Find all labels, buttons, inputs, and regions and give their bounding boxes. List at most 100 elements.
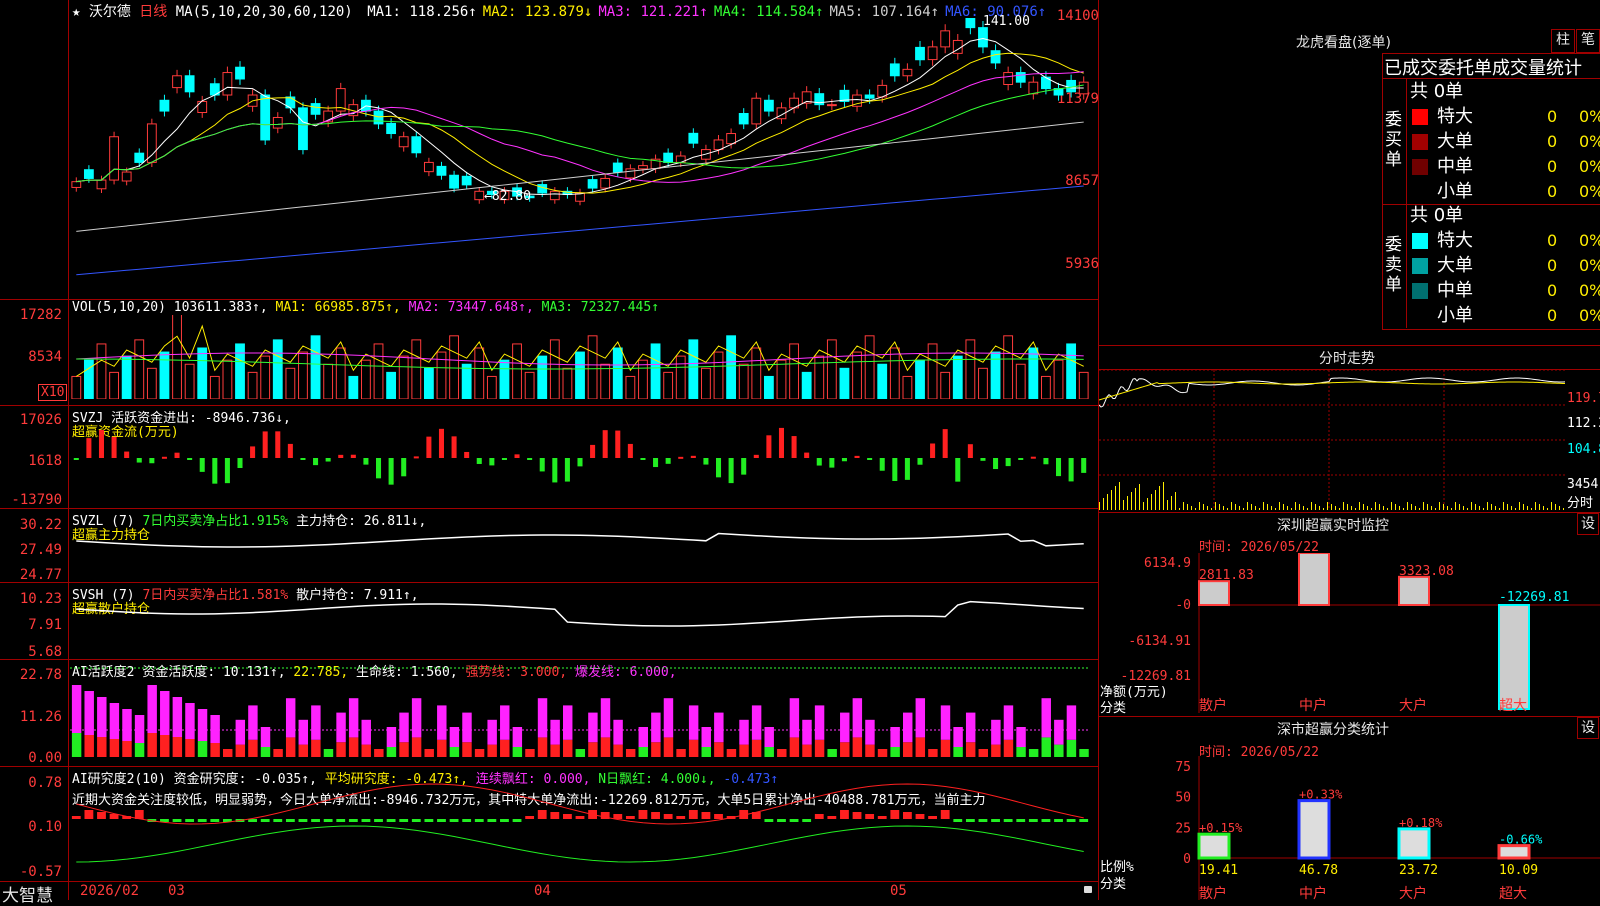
- fs-vol-bar: [1099, 502, 1100, 510]
- ma-line-60: [76, 121, 1084, 232]
- fs-vol-bar: [1111, 490, 1112, 510]
- ai2-bar: [462, 819, 472, 822]
- sell-total: 共 0单: [1410, 205, 1464, 226]
- ai2-bar: [449, 819, 459, 822]
- ai2-y-3: -0.57: [19, 864, 62, 880]
- ai1-top-bar: [361, 719, 371, 745]
- ai1-top-bar: [852, 698, 863, 738]
- candle: [373, 110, 384, 125]
- fs-vol-bar: [1187, 504, 1188, 510]
- ai1-top-bar: [348, 698, 359, 738]
- fs-vol-bar: [1251, 504, 1252, 510]
- vol-y-1: 17282: [19, 307, 62, 323]
- ai1-top-bar: [965, 712, 976, 743]
- fs-vol-bar: [1471, 502, 1472, 510]
- intraday-title: 分时走势: [1319, 351, 1375, 367]
- candle: [902, 68, 913, 77]
- vol-bar: [398, 355, 409, 399]
- classify-cat-3: 超大: [1499, 886, 1527, 900]
- ai2-y-2: 0.10: [28, 819, 62, 835]
- ai1-base-bar: [462, 742, 472, 757]
- vol-bar: [486, 375, 497, 399]
- ai2-bar: [915, 814, 925, 819]
- ai2-bar: [777, 819, 786, 822]
- svzj-bar: [501, 458, 507, 460]
- svzj-bar: [413, 456, 419, 459]
- candle: [688, 132, 699, 144]
- vol-bar: [222, 359, 233, 399]
- ai1-base-bar: [210, 743, 220, 757]
- classify-settings-button[interactable]: 设: [1577, 717, 1599, 739]
- fs-vol-bar: [1427, 504, 1428, 510]
- stats-tabs[interactable]: 已成交委托单成交量统计: [1384, 54, 1600, 80]
- ai2-bar: [714, 814, 723, 819]
- bar-mode-button[interactable]: 柱: [1551, 29, 1575, 53]
- classify-value-2: 23.72: [1399, 863, 1438, 878]
- fs-vol-bar: [1475, 504, 1476, 510]
- monitor-cat-3: 超大: [1499, 698, 1527, 713]
- ai1-base-bar: [625, 749, 636, 757]
- svzj-bar: [1081, 458, 1087, 473]
- fs-vol-bar: [1439, 502, 1440, 510]
- ai1-base-bar: [1003, 739, 1014, 757]
- ai1-base-bar: [1054, 744, 1064, 757]
- vol-ma3: MA3: 72327.445↑: [541, 300, 660, 315]
- ai2-green-line: [76, 825, 1084, 863]
- ai2-bar: [991, 819, 1000, 822]
- svzl-line: [76, 532, 1084, 548]
- ai1-top-bar: [890, 727, 900, 747]
- fs-vol-bar: [1447, 506, 1448, 510]
- ai1-base-bar: [726, 749, 737, 757]
- lock-icon[interactable]: [1084, 886, 1092, 893]
- fs-vol-bar: [1171, 496, 1172, 510]
- ai2-bar: [890, 810, 900, 819]
- fs-vol-bar: [1407, 502, 1408, 510]
- svzj-bar: [917, 458, 923, 465]
- candle: [184, 75, 195, 93]
- svzj-bar: [1043, 458, 1049, 465]
- ai1-base-bar: [449, 747, 460, 757]
- ai2-bar: [1079, 819, 1089, 822]
- candle: [978, 27, 988, 48]
- ai2-bar: [298, 819, 308, 822]
- fs-vol-bar: [1379, 504, 1380, 510]
- fs-vol-bar: [1343, 502, 1344, 510]
- tick-mode-button[interactable]: 笔: [1576, 29, 1600, 53]
- right-panel: 龙虎看盘(逐单) 柱 笔 已成交委托单成交量统计 委买单 共 0单 特大 0 0% 大…: [1099, 0, 1600, 900]
- monitor-value-2: 3323.08: [1399, 564, 1454, 579]
- monitor-bar-1: [1298, 553, 1330, 606]
- fs-vol-bar: [1159, 486, 1160, 510]
- candle: [235, 66, 245, 80]
- vol-bar: [335, 347, 346, 399]
- ai1-top-bar: [865, 719, 875, 745]
- buy-row-pct-3: 0%: [1579, 182, 1600, 201]
- fs-vol-bar: [1191, 506, 1192, 510]
- fs-vol-bar: [1303, 506, 1304, 510]
- ai1-base-bar: [575, 749, 586, 757]
- ai2-bar: [789, 819, 799, 822]
- ai2-bar: [1003, 819, 1013, 822]
- sell-row-count-2: 0: [1547, 281, 1558, 300]
- svzj-bar: [1030, 456, 1036, 459]
- vol-bar: [1003, 335, 1014, 399]
- fs-vol-bar: [1223, 506, 1224, 510]
- ai1-base-bar: [688, 739, 699, 757]
- svzj-bar: [539, 458, 545, 472]
- ai2-bar: [411, 819, 421, 822]
- monitor-bar-3: [1498, 604, 1530, 711]
- fs-vol-bar: [1391, 502, 1392, 510]
- classify-value-1: 46.78: [1299, 863, 1338, 878]
- fs-vol-bar: [1551, 502, 1552, 510]
- buy-total: 共 0单: [1410, 81, 1464, 102]
- monitor-settings-button[interactable]: 设: [1577, 513, 1599, 535]
- sell-row-name-1: 大单: [1437, 255, 1473, 276]
- vol-bar: [499, 359, 510, 399]
- fs-vol-bar: [1531, 508, 1532, 510]
- svzj-bar: [426, 436, 432, 458]
- candle: [1066, 79, 1077, 93]
- ai1-base-bar: [588, 742, 598, 757]
- ai2-y-1: 0.78: [28, 775, 62, 791]
- ai1-base-bar: [260, 747, 271, 757]
- kline-area[interactable]: ★ 沃尔德 日线 MA(5,10,20,30,60,120) MA1: 118.…: [0, 0, 1099, 906]
- ai2-bar: [563, 814, 572, 819]
